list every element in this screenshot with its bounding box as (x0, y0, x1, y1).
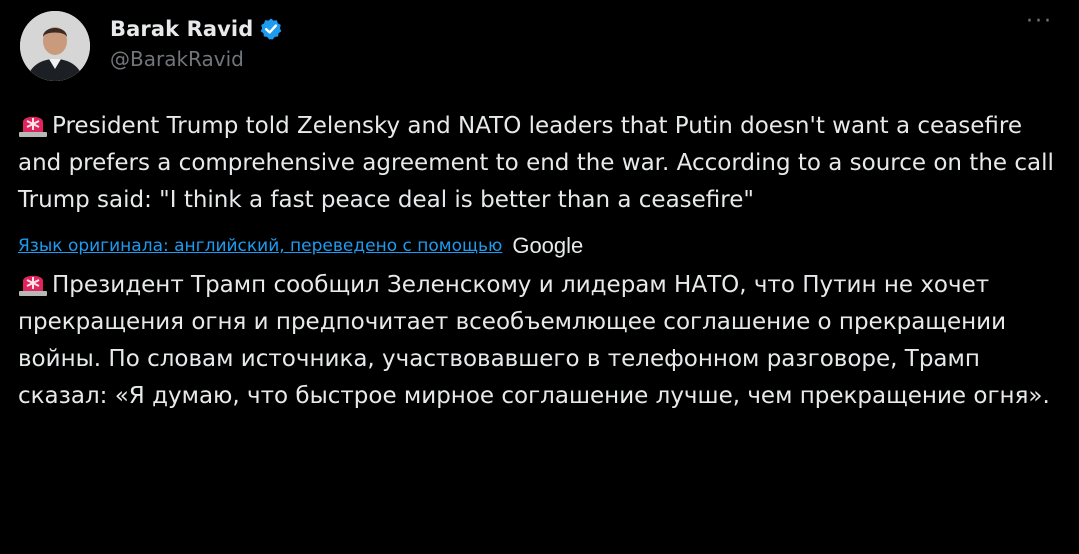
handle[interactable]: @BarakRavid (110, 47, 283, 71)
translation-provider: Google (512, 233, 584, 258)
tweet: Barak Ravid @BarakRavid ··· President Tr… (0, 0, 1079, 554)
tweet-header: Barak Ravid @BarakRavid (18, 6, 1061, 86)
avatar[interactable] (20, 11, 90, 81)
more-options-icon[interactable]: ··· (1026, 11, 1053, 33)
translation-notice: Язык оригинала: английский, переведено с… (18, 229, 1061, 263)
translated-text: Президент Трамп сообщил Зеленскому и лид… (18, 267, 1058, 415)
author-info: Barak Ravid @BarakRavid (110, 17, 283, 71)
verified-badge-icon (259, 17, 283, 41)
siren-emoji-icon (18, 110, 48, 138)
translation-source-link[interactable]: Язык оригинала: английский, переведено с… (18, 236, 502, 256)
tweet-text-content: President Trump told Zelensky and NATO l… (18, 113, 1054, 213)
siren-emoji-icon (18, 269, 48, 297)
display-name[interactable]: Barak Ravid (110, 17, 253, 41)
translated-text-content: Президент Трамп сообщил Зеленскому и лид… (18, 272, 1050, 409)
tweet-text: President Trump told Zelensky and NATO l… (18, 108, 1058, 219)
name-row: Barak Ravid (110, 17, 283, 41)
